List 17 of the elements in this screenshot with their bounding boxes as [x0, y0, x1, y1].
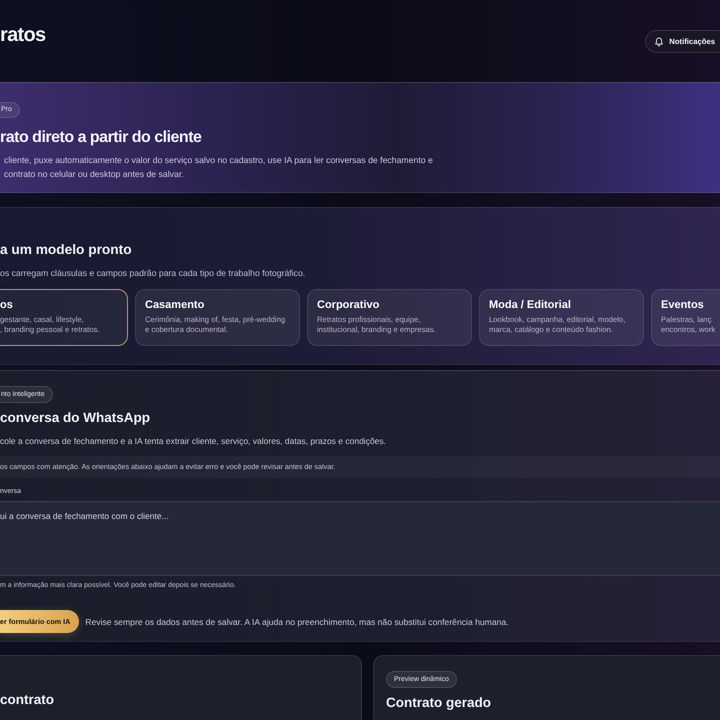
section-heading: conversa do WhatsApp — [0, 409, 152, 426]
card-title: os — [0, 299, 14, 312]
card-heading: contrato — [0, 691, 55, 708]
bell-icon — [654, 36, 664, 46]
hero-description: cliente, puxe automaticamente o valor do serviço salvo no cadastro, use IA para ler conversas de fechamento e contrato no celular ou desktop antes de salvar. — [3, 154, 434, 181]
hero-heading: rato direto a partir do cliente — [0, 128, 202, 147]
card-title: Corporativo — [317, 299, 380, 312]
card-heading: Contrato gerado — [386, 694, 492, 711]
card-title: Eventos — [661, 299, 705, 312]
section-subtitle: os carregam cláusulas e campos padrão para cada tipo de trabalho fotográfico. — [0, 267, 306, 280]
card-title: Casamento — [145, 299, 206, 312]
card-title: Moda / Editorial — [489, 299, 572, 312]
page-title: ratos — [0, 23, 46, 47]
section-heading: a um modelo pronto — [0, 241, 133, 259]
section-description: cole a conversa de fechamento e a IA tenta extrair cliente, serviço, valores, datas, prazos e condições. — [0, 435, 388, 447]
disclaimer-text: Revise sempre os dados antes de salvar. A IA ajuda no preenchimento, mas não substitui conferência humana. — [85, 616, 509, 628]
conversation-textarea[interactable]: ui a conversa de fechamento com o cliente... — [0, 501, 720, 576]
